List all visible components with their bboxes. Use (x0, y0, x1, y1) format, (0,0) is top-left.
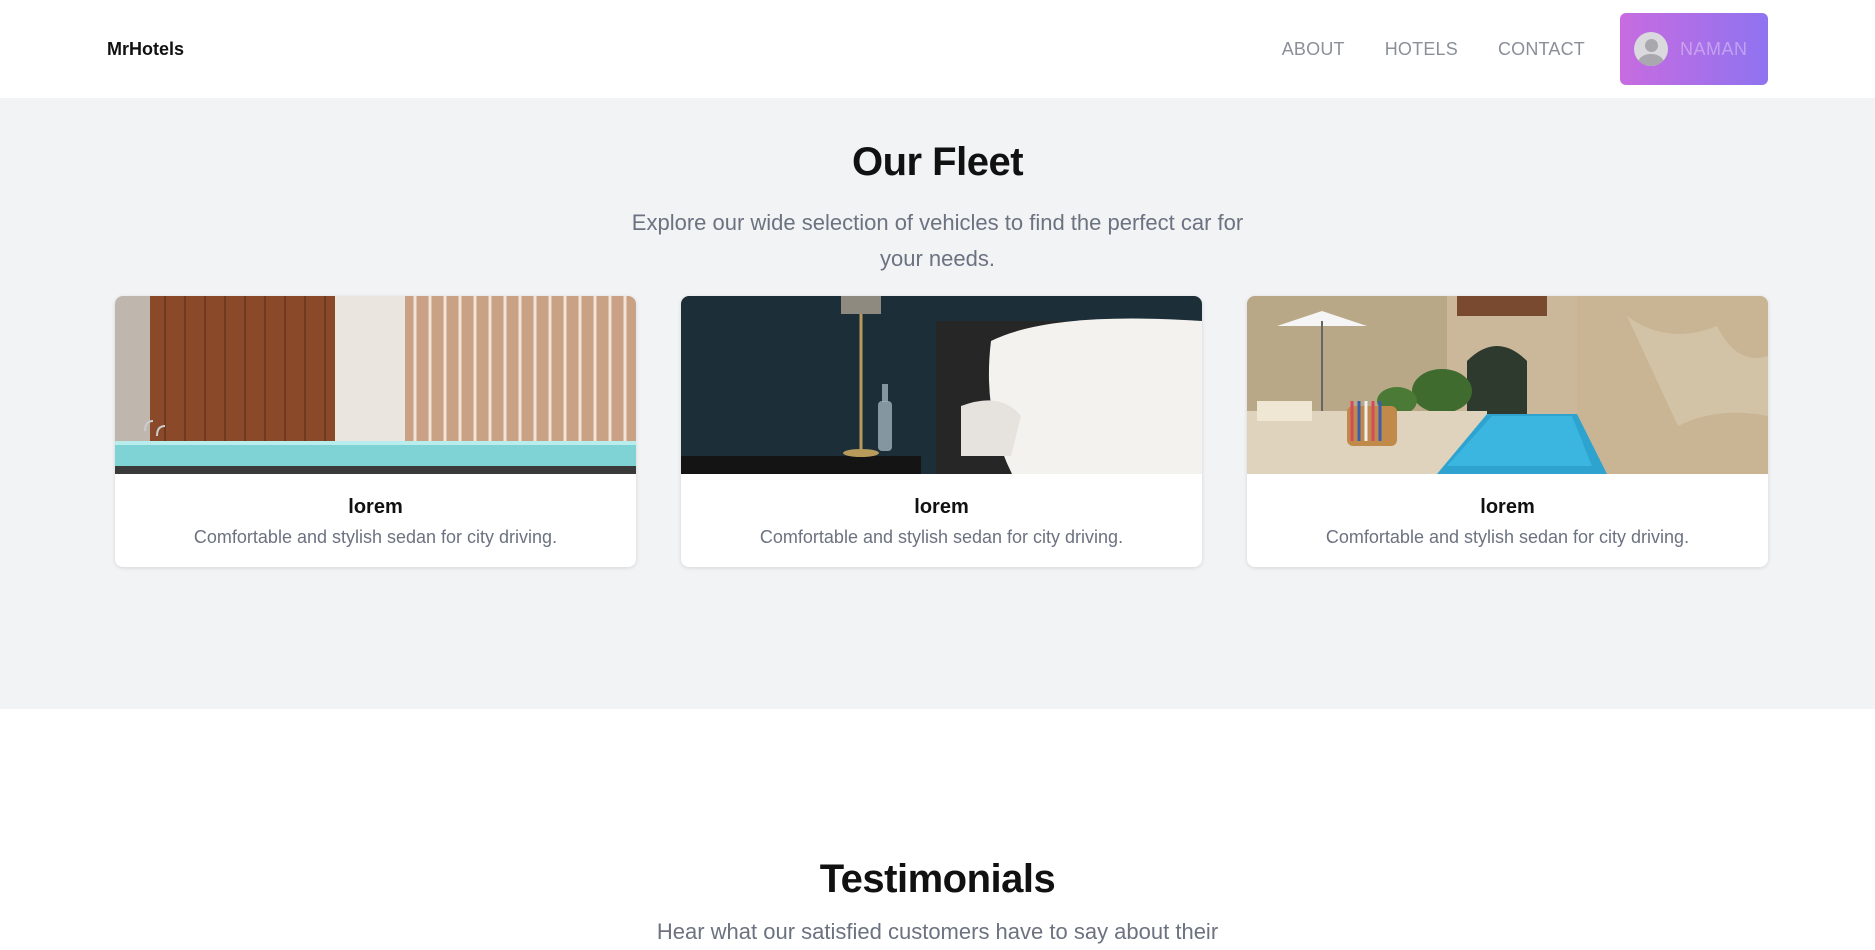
user-avatar-icon (1634, 32, 1668, 66)
fleet-subtitle: Explore our wide selection of vehicles t… (631, 210, 1244, 271)
indoor-pool-photo (115, 296, 636, 474)
user-name-label: NAMAN (1680, 38, 1748, 59)
card-description: Comfortable and stylish sedan for city d… (193, 527, 558, 547)
brand-logo[interactable]: MrHotels (107, 39, 184, 60)
nav-link-hotels[interactable]: HOTELS (1385, 39, 1458, 60)
card-description: Comfortable and stylish sedan for city d… (1325, 527, 1690, 547)
card-title: lorem (348, 496, 403, 518)
fleet-title: Our Fleet (851, 140, 1024, 184)
navbar: MrHotels ABOUT HOTELS CONTACT NAMAN (0, 0, 1875, 98)
fleet-cards: lorem Comfortable and stylish sedan for … (115, 296, 1768, 567)
nav-menu: ABOUT HOTELS CONTACT NAMAN (1282, 13, 1768, 85)
testimonials-section: Testimonials Hear what our satisfied cus… (0, 709, 1875, 949)
testimonials-subtitle: Hear what our satisfied customers have t… (656, 919, 1219, 944)
card-description: Comfortable and stylish sedan for city d… (759, 527, 1124, 547)
user-menu-button[interactable]: NAMAN (1620, 13, 1768, 85)
courtyard-pool-photo (1247, 296, 1768, 474)
fleet-section: Our Fleet Explore our wide selection of … (0, 98, 1875, 709)
testimonials-title: Testimonials (819, 857, 1056, 901)
fleet-card[interactable]: lorem Comfortable and stylish sedan for … (1247, 296, 1768, 567)
fleet-card[interactable]: lorem Comfortable and stylish sedan for … (681, 296, 1202, 567)
card-title: lorem (914, 496, 969, 518)
fleet-card[interactable]: lorem Comfortable and stylish sedan for … (115, 296, 636, 567)
nav-link-contact[interactable]: CONTACT (1498, 39, 1585, 60)
nav-link-about[interactable]: ABOUT (1282, 39, 1345, 60)
bedroom-pillow-photo (681, 296, 1202, 474)
card-title: lorem (1480, 496, 1535, 518)
